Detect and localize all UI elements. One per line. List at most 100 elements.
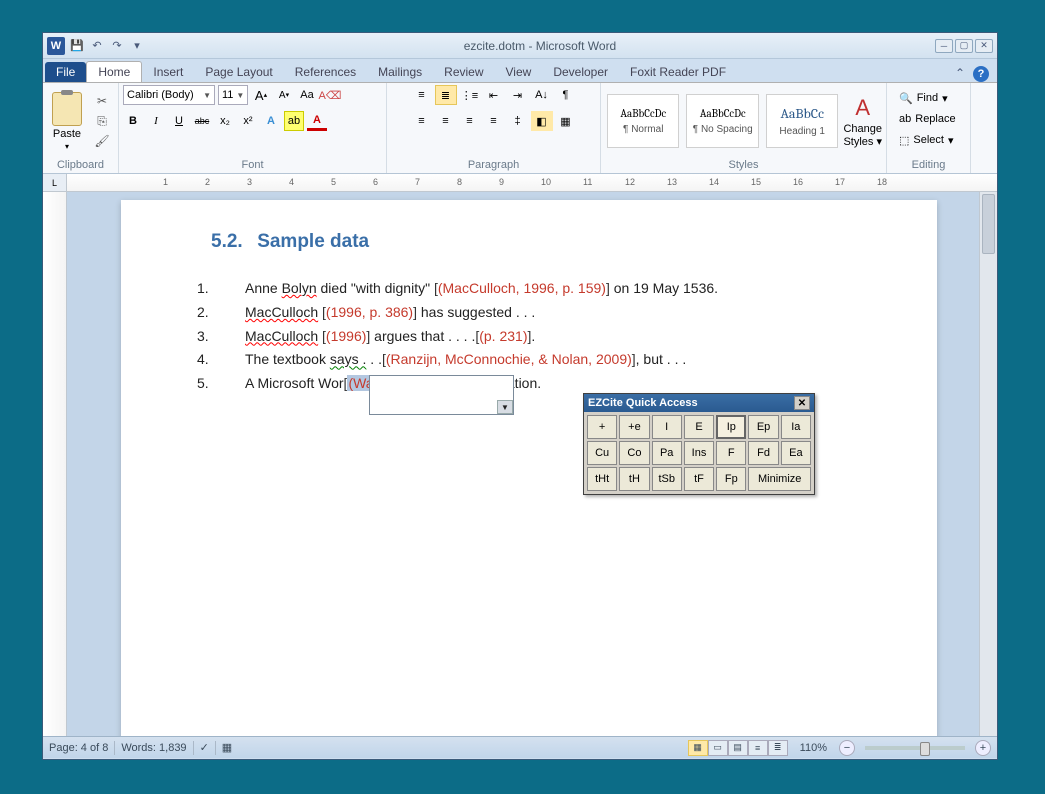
help-icon[interactable]: ?	[973, 66, 989, 82]
ezcite-panel[interactable]: EZCite Quick Access ✕ ++eIEIpEpIaCuCoPaI…	[583, 393, 815, 495]
macro-icon[interactable]: ▦	[222, 741, 232, 754]
web-view[interactable]: ▤	[728, 740, 748, 756]
zoom-out-button[interactable]: −	[839, 740, 855, 756]
tab-mailings[interactable]: Mailings	[367, 62, 433, 82]
proofing-icon[interactable]: ✓	[200, 741, 209, 754]
ezcite-btn-fp[interactable]: Fp	[716, 467, 746, 491]
text-effects-button[interactable]: A	[261, 111, 281, 131]
print-layout-view[interactable]: ▦	[688, 740, 708, 756]
ezcite-btn-cu[interactable]: Cu	[587, 441, 617, 465]
underline-button[interactable]: U	[169, 111, 189, 131]
borders-button[interactable]: ▦	[555, 111, 577, 131]
ezcite-btn-minimize[interactable]: Minimize	[748, 467, 811, 491]
dropdown-arrow-icon[interactable]: ▼	[497, 400, 513, 414]
zoom-in-button[interactable]: +	[975, 740, 991, 756]
ezcite-btn-f[interactable]: F	[716, 441, 746, 465]
tab-review[interactable]: Review	[433, 62, 494, 82]
tab-developer[interactable]: Developer	[542, 62, 619, 82]
ezcite-btn-ep[interactable]: Ep	[748, 415, 778, 439]
ezcite-btn-co[interactable]: Co	[619, 441, 649, 465]
select-button[interactable]: ⬚ Select ▾	[895, 131, 958, 149]
grow-font-button[interactable]: A▴	[251, 85, 271, 105]
list-item[interactable]: 3.MacCulloch [(1996)] argues that . . . …	[211, 325, 847, 349]
bold-button[interactable]: B	[123, 111, 143, 131]
italic-button[interactable]: I	[146, 111, 166, 131]
align-left-button[interactable]: ≡	[411, 111, 433, 131]
ezcite-btn-e[interactable]: E	[684, 415, 714, 439]
tab-foxit-reader-pdf[interactable]: Foxit Reader PDF	[619, 62, 737, 82]
ezcite-btn-ea[interactable]: Ea	[781, 441, 811, 465]
font-color-button[interactable]: A	[307, 111, 327, 131]
line-spacing-button[interactable]: ‡	[507, 111, 529, 131]
list-item[interactable]: 1.Anne Bolyn died "with dignity" [(MacCu…	[211, 277, 847, 301]
save-button[interactable]: 💾	[69, 38, 85, 54]
tab-view[interactable]: View	[495, 62, 543, 82]
paste-button[interactable]: Paste▾	[47, 88, 87, 154]
ezcite-btn-plus[interactable]: +	[587, 415, 617, 439]
align-right-button[interactable]: ≡	[459, 111, 481, 131]
collapse-ribbon-icon[interactable]: ⌃	[955, 66, 965, 82]
superscript-button[interactable]: x²	[238, 111, 258, 131]
ezcite-btn-ins[interactable]: Ins	[684, 441, 714, 465]
inc-indent-button[interactable]: ⇥	[507, 85, 529, 105]
fullscreen-view[interactable]: ▭	[708, 740, 728, 756]
numbering-button[interactable]: ≣	[435, 85, 457, 105]
ezcite-btn-pa[interactable]: Pa	[652, 441, 682, 465]
shading-button[interactable]: ◧	[531, 111, 553, 131]
sort-button[interactable]: A↓	[531, 85, 553, 105]
ezcite-close-button[interactable]: ✕	[794, 396, 810, 410]
justify-button[interactable]: ≡	[483, 111, 505, 131]
redo-button[interactable]: ↷	[109, 38, 125, 54]
ezcite-btn-ia[interactable]: Ia	[781, 415, 811, 439]
font-name-combo[interactable]: Calibri (Body)▼	[123, 85, 215, 105]
font-size-combo[interactable]: 11▼	[218, 85, 248, 105]
minimize-button[interactable]: ─	[935, 39, 953, 53]
tab-page-layout[interactable]: Page Layout	[194, 62, 283, 82]
style-heading1[interactable]: AaBbCcHeading 1	[766, 94, 838, 148]
ezcite-btn-th[interactable]: tH	[619, 467, 649, 491]
ruler-corner[interactable]: L	[43, 174, 67, 191]
ezcite-btn-pluse[interactable]: +e	[619, 415, 649, 439]
list-item[interactable]: 4.The textbook says . . .[(Ranzijn, McCo…	[211, 348, 847, 372]
tab-home[interactable]: Home	[86, 61, 142, 82]
ezcite-btn-ip[interactable]: Ip	[716, 415, 746, 439]
close-button[interactable]: ✕	[975, 39, 993, 53]
list-item[interactable]: 2.MacCulloch [(1996, p. 386)] has sugges…	[211, 301, 847, 325]
shrink-font-button[interactable]: A▾	[274, 85, 294, 105]
subscript-button[interactable]: x₂	[215, 111, 235, 131]
ezcite-btn-i[interactable]: I	[652, 415, 682, 439]
qat-customize[interactable]: ▾	[129, 38, 145, 54]
tab-references[interactable]: References	[284, 62, 367, 82]
highlight-button[interactable]: ab	[284, 111, 304, 131]
word-count[interactable]: Words: 1,839	[121, 742, 186, 754]
show-marks-button[interactable]: ¶	[555, 85, 577, 105]
bullets-button[interactable]: ≡	[411, 85, 433, 105]
page-status[interactable]: Page: 4 of 8	[49, 742, 108, 754]
outline-view[interactable]: ≡	[748, 740, 768, 756]
ezcite-btn-fd[interactable]: Fd	[748, 441, 778, 465]
multilevel-button[interactable]: ⋮≡	[459, 85, 481, 105]
find-button[interactable]: 🔍 Find ▾	[895, 89, 952, 107]
page-scroll[interactable]: 5.2. Sample data 1.Anne Bolyn died "with…	[67, 192, 979, 736]
replace-button[interactable]: ab Replace	[895, 110, 960, 128]
cut-button[interactable]: ✂	[92, 92, 112, 110]
ezcite-btn-tsb[interactable]: tSb	[652, 467, 682, 491]
format-painter-button[interactable]: 🖌	[92, 132, 112, 150]
ezcite-btn-tht[interactable]: tHt	[587, 467, 617, 491]
style-nospacing[interactable]: AaBbCcDc¶ No Spacing	[686, 94, 758, 148]
change-case-button[interactable]: Aa	[297, 85, 317, 105]
draft-view[interactable]: ≣	[768, 740, 788, 756]
vertical-scrollbar[interactable]	[979, 192, 997, 736]
style-normal[interactable]: AaBbCcDc¶ Normal	[607, 94, 679, 148]
change-styles-button[interactable]: AChangeStyles ▾	[843, 88, 882, 154]
ezcite-btn-tf[interactable]: tF	[684, 467, 714, 491]
dec-indent-button[interactable]: ⇤	[483, 85, 505, 105]
clear-format-button[interactable]: A⌫	[320, 85, 340, 105]
undo-button[interactable]: ↶	[89, 38, 105, 54]
tab-insert[interactable]: Insert	[142, 62, 194, 82]
zoom-slider[interactable]	[865, 746, 965, 750]
strike-button[interactable]: abc	[192, 111, 212, 131]
maximize-button[interactable]: ▢	[955, 39, 973, 53]
zoom-level[interactable]: 110%	[800, 742, 827, 754]
copy-button[interactable]: ⎘	[92, 112, 112, 130]
